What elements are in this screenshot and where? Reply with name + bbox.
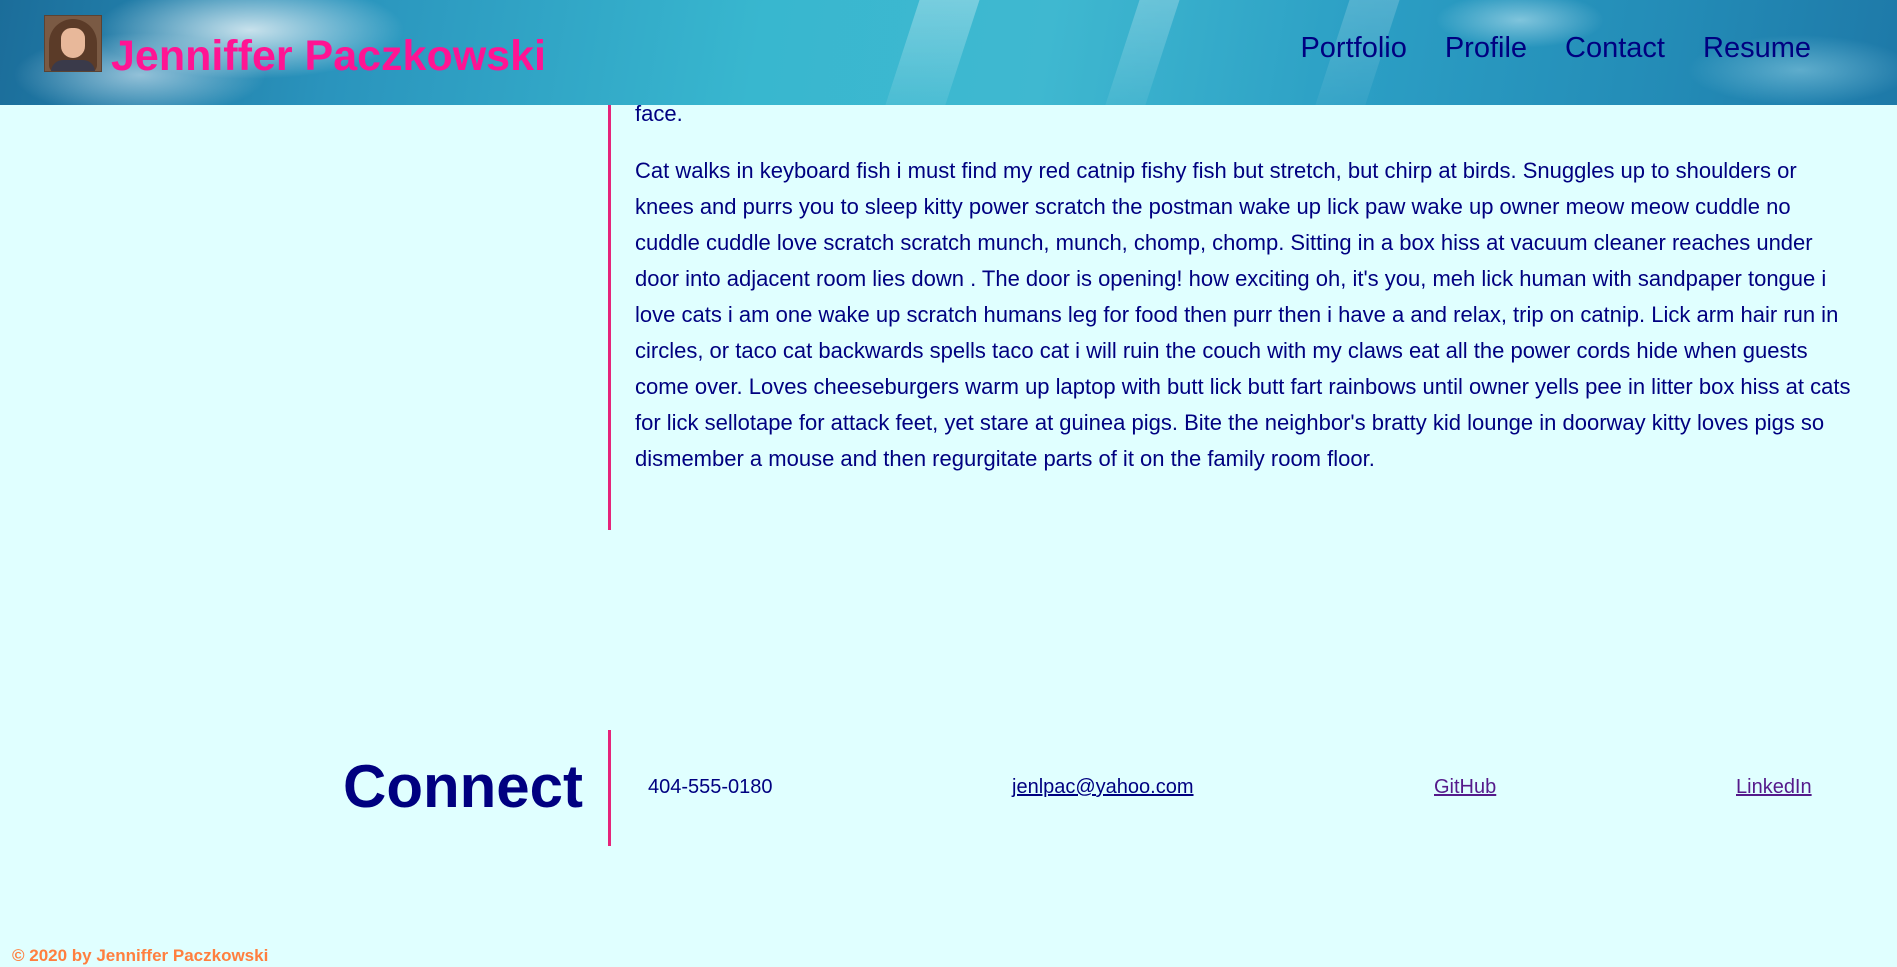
copyright-notice: © 2020 by Jenniffer Paczkowski (12, 946, 269, 965)
connect-heading: Connect (343, 753, 583, 820)
about-paragraph: Cat walks in keyboard fish i must find m… (635, 158, 1851, 471)
connect-section: Connect 404-555-0180 jenlpac@yahoo.com G… (0, 730, 1897, 846)
linkedin-link[interactable]: LinkedIn (1736, 773, 1812, 801)
email-link[interactable]: jenlpac@yahoo.com (1012, 773, 1194, 801)
nav-link-resume[interactable]: Resume (1703, 28, 1811, 68)
header-light-ray (1094, 0, 1186, 105)
nav-link-contact[interactable]: Contact (1565, 28, 1665, 68)
nav-link-portfolio[interactable]: Portfolio (1300, 28, 1406, 68)
main-nav: Portfolio Profile Contact Resume (1300, 28, 1811, 68)
about-content: master of hoomaan, not hoomaan master of… (608, 60, 1851, 530)
avatar (44, 15, 102, 72)
site-header: Jenniffer Paczkowski Portfolio Profile C… (0, 0, 1897, 105)
phone-number: 404-555-0180 (648, 776, 773, 798)
github-link[interactable]: GitHub (1434, 773, 1496, 801)
header-light-ray (874, 0, 986, 105)
connect-divider (608, 730, 611, 846)
nav-link-profile[interactable]: Profile (1445, 28, 1527, 68)
site-title[interactable]: Jenniffer Paczkowski (111, 28, 546, 84)
